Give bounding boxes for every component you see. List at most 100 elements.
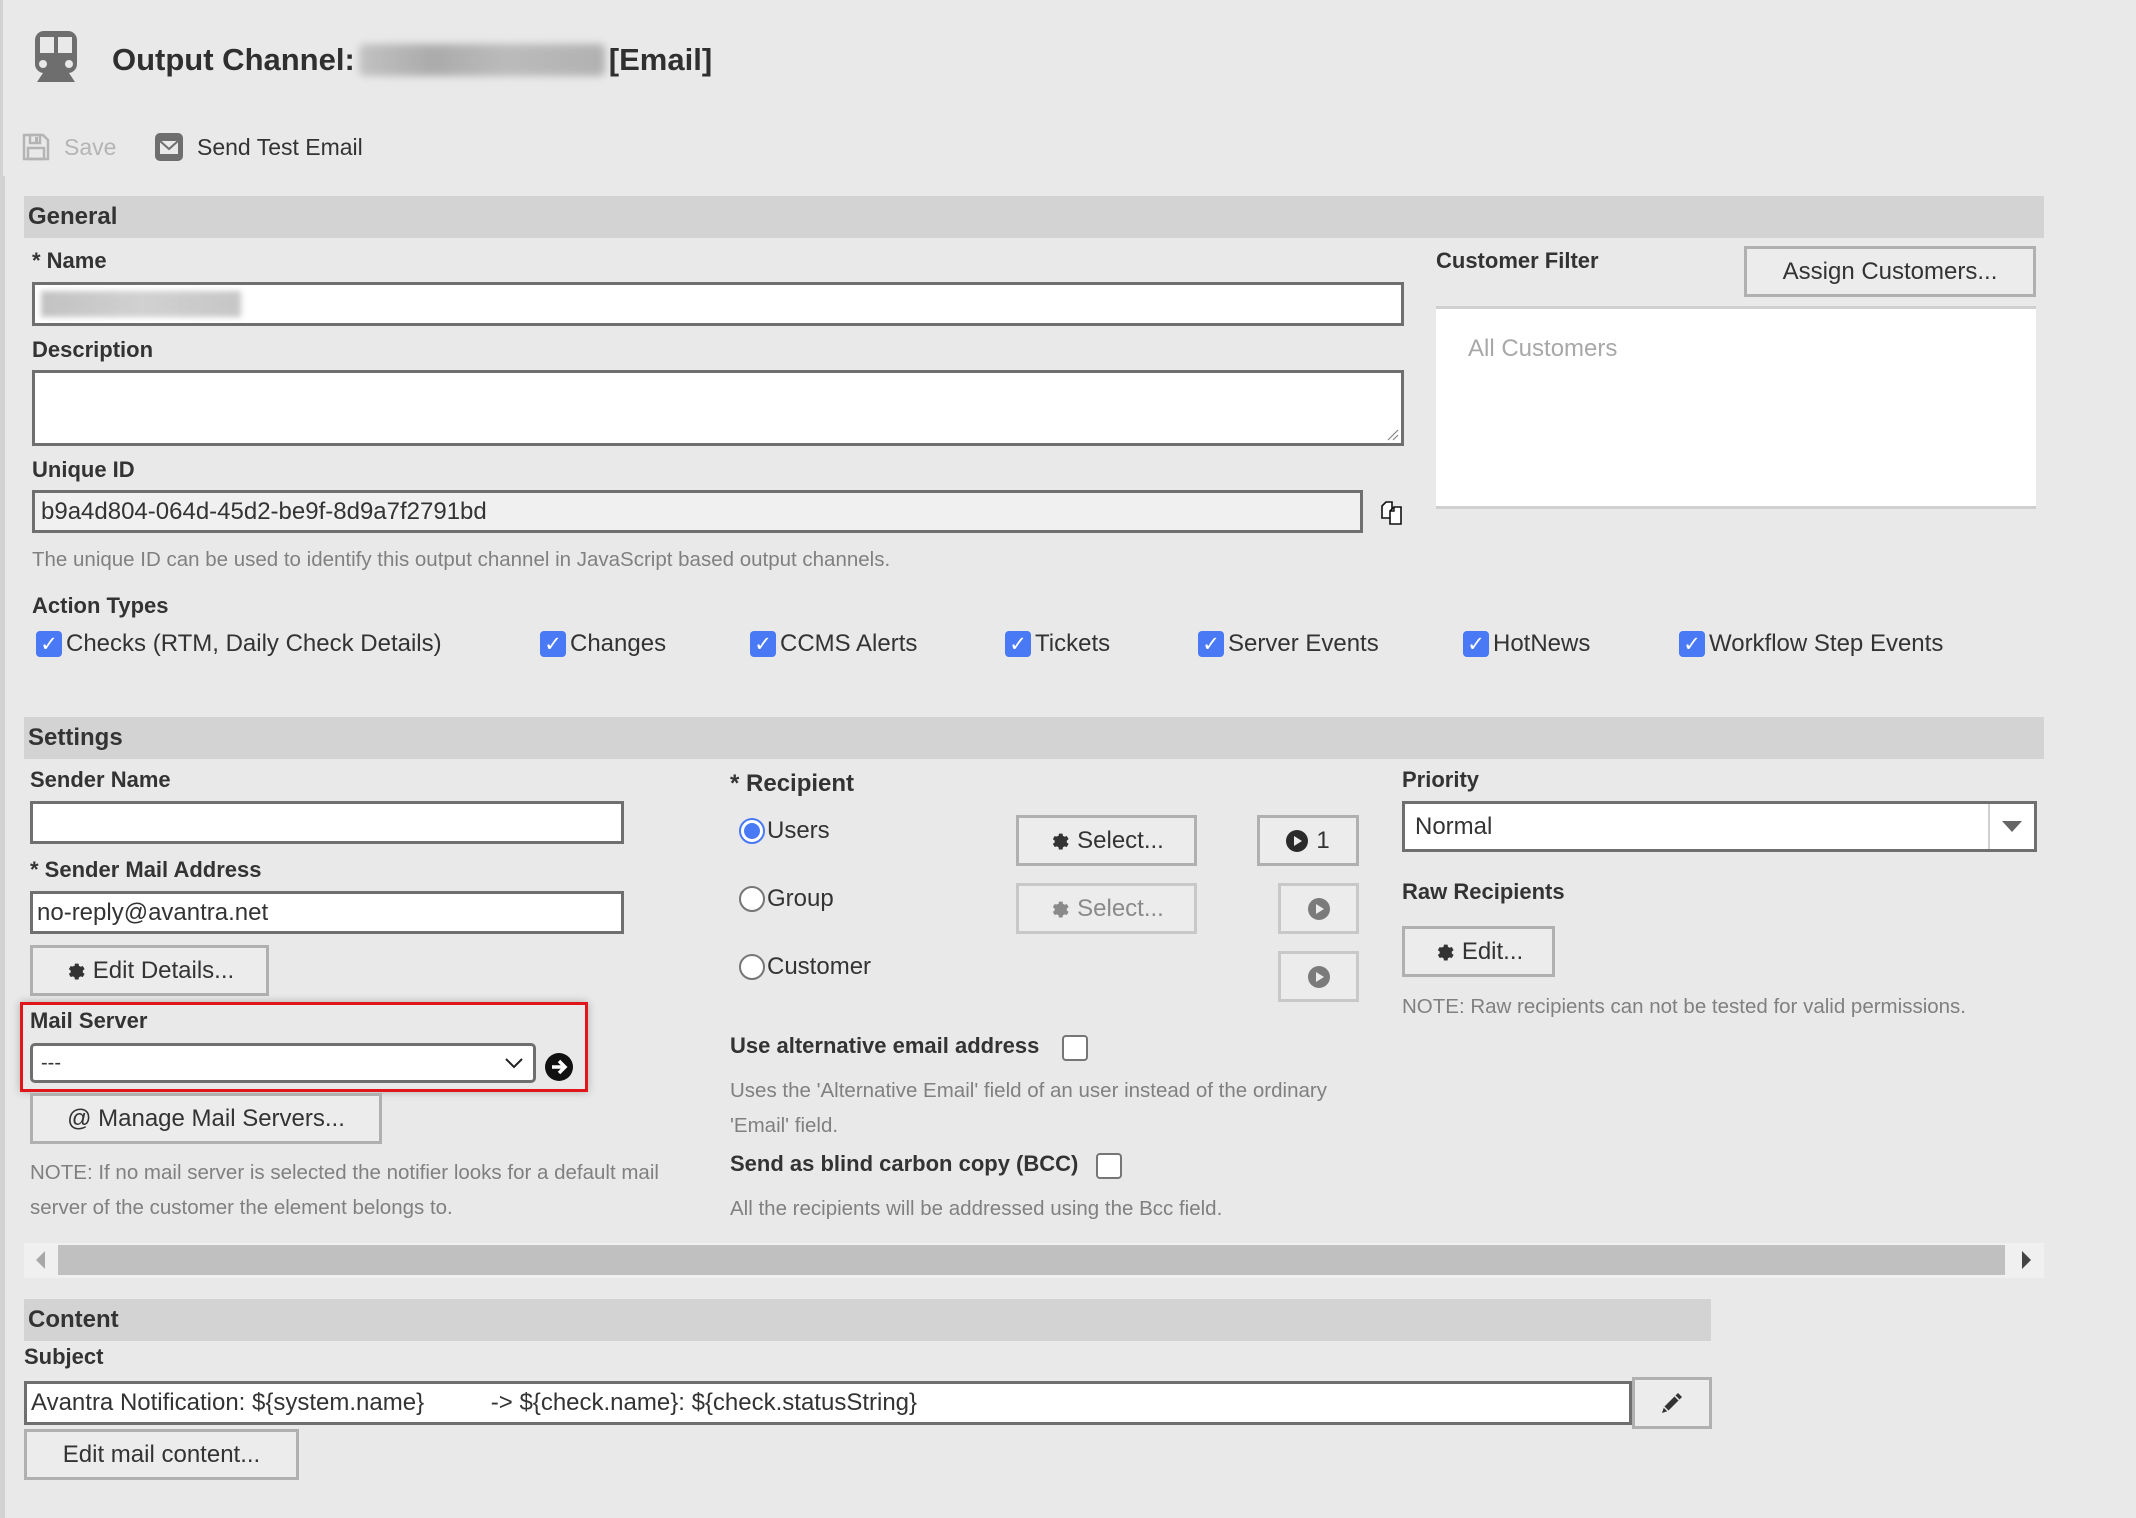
assign-customers-button[interactable]: Assign Customers... <box>1744 246 2036 297</box>
bcc-label: Send as blind carbon copy (BCC) <box>730 1151 1079 1176</box>
test-customer-button[interactable] <box>1278 951 1359 1002</box>
customer-filter-list[interactable]: All Customers <box>1436 306 2036 509</box>
action-type-hotnews[interactable]: ✓ HotNews <box>1463 630 1590 658</box>
page-title-suffix: [Email] <box>608 42 713 77</box>
redacted-channel-name <box>358 43 605 76</box>
alt-email-label: Use alternative email address <box>730 1033 1040 1058</box>
send-test-email-button[interactable]: Send Test Email <box>155 130 363 164</box>
unique-id-field[interactable]: b9a4d804-064d-45d2-be9f-8d9a7f2791bd <box>32 490 1363 533</box>
gear-icon <box>1052 901 1069 918</box>
select-users-label: Select... <box>1077 826 1164 854</box>
test-group-button[interactable] <box>1278 883 1359 934</box>
sender-mail-input[interactable]: no-reply@avantra.net <box>30 891 624 934</box>
raw-recipients-note: NOTE: Raw recipients can not be tested f… <box>1402 995 1966 1018</box>
arrow-circle-right-icon[interactable] <box>544 1052 574 1082</box>
page-left-border-lower <box>0 176 5 1518</box>
recipient-radio-customer[interactable]: Customer <box>739 953 871 981</box>
subject-input[interactable]: Avantra Notification: ${system.name} -> … <box>24 1381 1632 1425</box>
mail-server-label: Mail Server <box>30 1008 148 1033</box>
customer-filter-label: Customer Filter <box>1436 248 1599 273</box>
floppy-disk-icon <box>22 133 50 161</box>
action-types-label: Action Types <box>32 593 169 618</box>
radio-unselected-icon <box>739 886 765 912</box>
priority-label: Priority <box>1402 767 1480 792</box>
priority-value: Normal <box>1415 812 1493 840</box>
name-input[interactable] <box>32 282 1404 326</box>
edit-subject-button[interactable] <box>1632 1377 1712 1429</box>
raw-edit-label: Edit... <box>1461 937 1524 965</box>
action-type-label: Checks (RTM, Daily Check Details) <box>66 630 442 657</box>
raw-recipients-label: Raw Recipients <box>1402 879 1565 904</box>
section-general-title: General <box>28 203 118 230</box>
save-label: Save <box>64 133 117 160</box>
action-type-workflow-step-events[interactable]: ✓ Workflow Step Events <box>1679 630 1943 658</box>
recipient-option-label: Customer <box>767 953 872 980</box>
save-button[interactable]: Save <box>22 130 116 164</box>
select-users-button[interactable]: Select... <box>1016 815 1197 866</box>
mail-server-value: --- <box>41 1051 61 1074</box>
description-textarea[interactable] <box>32 370 1404 446</box>
play-circle-icon <box>1307 965 1330 988</box>
train-icon <box>35 31 77 82</box>
chevron-down-icon <box>505 1058 523 1069</box>
priority-select[interactable]: Normal <box>1402 801 2037 852</box>
priority-dropdown-toggle[interactable] <box>1988 804 2034 849</box>
scroll-left-arrow-icon[interactable] <box>36 1251 46 1269</box>
test-users-count: 1 <box>1316 826 1330 854</box>
page-title-prefix: Output Channel: <box>112 42 355 77</box>
edit-details-button[interactable]: Edit Details... <box>30 945 269 996</box>
unique-id-note: The unique ID can be used to identify th… <box>32 548 891 571</box>
manage-mail-servers-button[interactable]: @ Manage Mail Servers... <box>30 1093 382 1144</box>
recipient-radio-group[interactable]: Group <box>739 885 834 913</box>
radio-unselected-icon <box>739 954 765 980</box>
recipient-option-label: Group <box>767 885 834 912</box>
description-label: Description <box>32 337 154 362</box>
recipient-label: * Recipient <box>730 770 855 797</box>
recipient-radio-users[interactable]: Users <box>739 817 830 845</box>
envelope-icon <box>155 133 183 161</box>
action-type-label: Workflow Step Events <box>1709 630 1944 657</box>
send-test-email-label: Send Test Email <box>197 133 363 160</box>
sender-mail-value: no-reply@avantra.net <box>37 898 269 926</box>
action-type-checks[interactable]: ✓ Checks (RTM, Daily Check Details) <box>36 630 442 658</box>
edit-details-label: Edit Details... <box>92 956 235 984</box>
alt-email-checkbox[interactable] <box>1062 1035 1088 1061</box>
scrollbar-thumb[interactable] <box>58 1245 2005 1275</box>
action-type-label: Changes <box>570 630 667 657</box>
subject-value: Avantra Notification: ${system.name} -> … <box>31 1389 918 1416</box>
customer-filter-value: All Customers <box>1468 335 1618 362</box>
test-users-button[interactable]: 1 <box>1257 815 1359 866</box>
sender-name-input[interactable] <box>30 801 624 844</box>
sender-name-label: Sender Name <box>30 767 171 792</box>
action-type-label: CCMS Alerts <box>780 630 918 657</box>
scroll-right-arrow-icon[interactable] <box>2022 1251 2032 1269</box>
checkbox-checked-icon: ✓ <box>36 631 62 657</box>
checkbox-checked-icon: ✓ <box>1198 631 1224 657</box>
mail-server-select[interactable]: --- <box>30 1043 536 1083</box>
action-type-tickets[interactable]: ✓ Tickets <box>1005 630 1110 658</box>
action-type-label: Server Events <box>1228 630 1379 657</box>
pencil-icon <box>1662 1393 1682 1413</box>
sender-mail-label: * Sender Mail Address <box>30 857 262 882</box>
play-circle-icon <box>1286 829 1309 852</box>
action-type-changes[interactable]: ✓ Changes <box>540 630 666 658</box>
resize-grip-icon[interactable] <box>1385 427 1399 441</box>
gear-icon <box>1052 833 1069 850</box>
checkbox-checked-icon: ✓ <box>1463 631 1489 657</box>
bcc-note: All the recipients will be addressed usi… <box>730 1197 1223 1220</box>
name-label: * Name <box>32 248 107 273</box>
checkbox-checked-icon: ✓ <box>750 631 776 657</box>
action-type-ccms-alerts[interactable]: ✓ CCMS Alerts <box>750 630 917 658</box>
raw-recipients-edit-button[interactable]: Edit... <box>1402 926 1555 977</box>
checkbox-checked-icon: ✓ <box>540 631 566 657</box>
gear-icon <box>1437 944 1454 961</box>
copy-icon[interactable] <box>1379 501 1405 527</box>
action-type-server-events[interactable]: ✓ Server Events <box>1198 630 1379 658</box>
mail-server-note: NOTE: If no mail server is selected the … <box>30 1161 659 1219</box>
select-group-button[interactable]: Select... <box>1016 883 1197 934</box>
recipient-option-label: Users <box>767 817 830 844</box>
checkbox-checked-icon: ✓ <box>1679 631 1705 657</box>
edit-mail-content-button[interactable]: Edit mail content... <box>24 1429 299 1480</box>
bcc-checkbox[interactable] <box>1096 1153 1122 1179</box>
unique-id-label: Unique ID <box>32 457 135 482</box>
